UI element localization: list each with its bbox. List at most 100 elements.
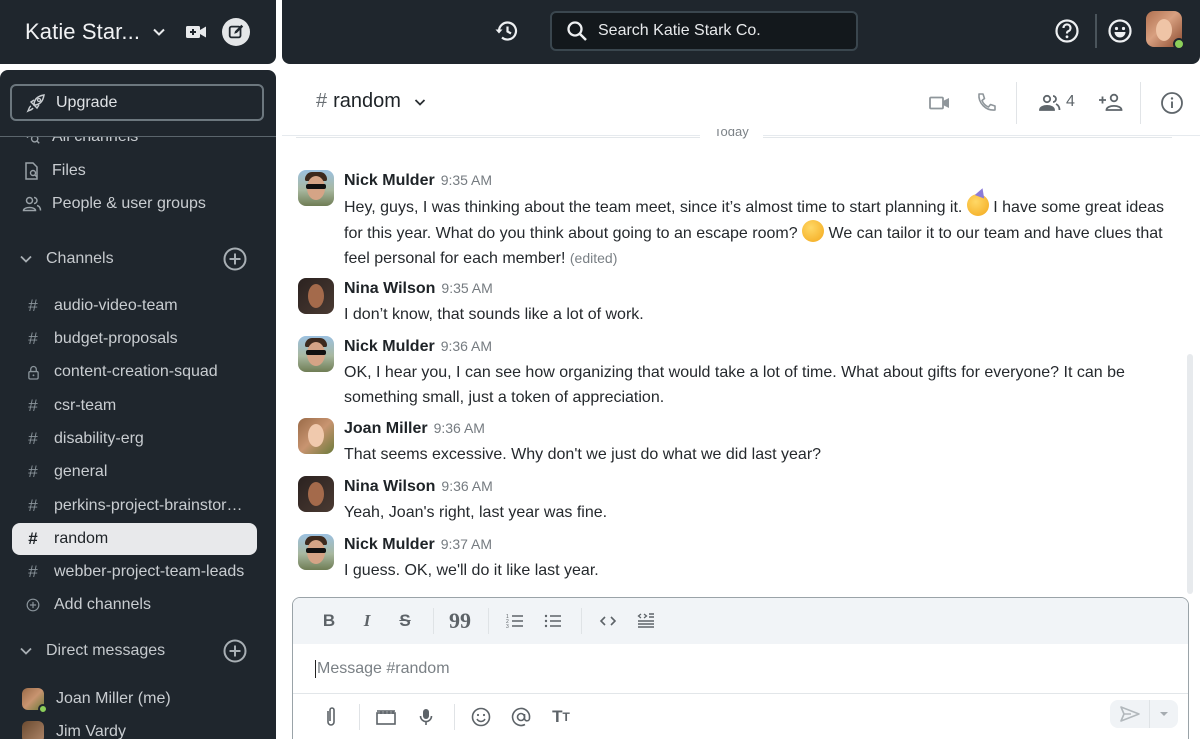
nav-files[interactable]: Files: [22, 161, 86, 181]
microphone-icon[interactable]: [414, 705, 438, 729]
send-options-button[interactable]: [1150, 700, 1177, 728]
gif-clapperboard-icon[interactable]: [374, 705, 398, 729]
video-call-add-icon[interactable]: [184, 20, 208, 44]
hash-icon: #: [28, 562, 38, 581]
channel-audio-video-team[interactable]: # audio-video-team: [12, 290, 257, 322]
edited-label: (edited): [569, 250, 618, 266]
message-author[interactable]: Nick Mulder: [344, 536, 435, 554]
channel-header: # random 4: [282, 70, 1200, 136]
upgrade-button[interactable]: Upgrade: [10, 84, 264, 121]
italic-icon[interactable]: I: [355, 609, 379, 633]
history-icon[interactable]: [494, 18, 520, 44]
file-search-icon: [22, 161, 42, 181]
quote-icon[interactable]: 99: [448, 608, 472, 633]
channel-random[interactable]: # random: [12, 523, 257, 555]
message-input[interactable]: [315, 659, 1115, 678]
nav-label: Files: [52, 162, 86, 179]
search-box[interactable]: [550, 11, 858, 51]
add-channel-icon[interactable]: [222, 246, 248, 272]
user-avatar[interactable]: [1146, 11, 1185, 50]
compose-button[interactable]: [222, 18, 251, 46]
channel-name: perkins-project-brainstor…: [54, 497, 243, 514]
bulleted-list-icon[interactable]: [541, 609, 565, 633]
avatar[interactable]: [298, 418, 334, 454]
text-formatting-icon[interactable]: TT: [549, 705, 573, 729]
hash-icon: #: [28, 496, 38, 515]
chevron-down-icon[interactable]: [18, 643, 34, 659]
chevron-down-icon[interactable]: [18, 251, 34, 267]
avatar[interactable]: [298, 534, 334, 570]
message-body: Hey, guys, I was thinking about the team…: [344, 194, 1174, 271]
date-divider-label: Today: [700, 129, 763, 145]
channel-budget-proposals[interactable]: # budget-proposals: [12, 323, 257, 355]
avatar-face: [1156, 19, 1172, 41]
divider: [433, 608, 434, 634]
avatar[interactable]: [298, 336, 334, 372]
emoji-status-icon[interactable]: [1107, 18, 1133, 44]
dm-name: Jim Vardy: [56, 723, 126, 739]
send-group: [1110, 700, 1178, 728]
members-icon[interactable]: [1037, 91, 1065, 115]
channels-section-header[interactable]: Channels: [18, 247, 258, 271]
message-body: I don’t know, that sounds like a lot of …: [344, 306, 644, 323]
channel-name: webber-project-team-leads: [54, 563, 245, 580]
hash-icon: #: [28, 396, 38, 415]
add-channels-button[interactable]: Add channels: [12, 589, 257, 621]
message-author[interactable]: Nina Wilson: [344, 280, 435, 298]
message-author[interactable]: Nina Wilson: [344, 478, 435, 496]
help-icon[interactable]: [1054, 18, 1080, 44]
message-author[interactable]: Nick Mulder: [344, 172, 435, 190]
nav-all-channels[interactable]: All channels: [22, 137, 138, 147]
online-status-indicator: [1173, 38, 1185, 50]
message-input-area[interactable]: [293, 644, 1188, 694]
message-time: 9:36 AM: [433, 420, 485, 436]
message-scrollbar[interactable]: [1187, 354, 1193, 594]
nav-people[interactable]: People & user groups: [22, 194, 206, 214]
emoji-icon[interactable]: [469, 705, 493, 729]
strikethrough-icon[interactable]: S: [393, 609, 417, 633]
search-input[interactable]: [598, 22, 838, 40]
chevron-down-icon[interactable]: [413, 95, 427, 109]
channel-content-creation-squad[interactable]: content-creation-squad: [12, 356, 257, 388]
partying-face-emoji-icon: [966, 194, 989, 216]
search-icon: [567, 21, 587, 41]
composer-actions: TT: [293, 694, 1188, 739]
message-author[interactable]: Joan Miller: [344, 420, 428, 438]
add-member-icon[interactable]: [1098, 91, 1126, 115]
mention-icon[interactable]: [509, 705, 533, 729]
add-dm-icon[interactable]: [222, 638, 248, 664]
avatar[interactable]: [298, 278, 334, 314]
dm-jim-vardy[interactable]: Jim Vardy: [22, 721, 126, 739]
code-icon[interactable]: [596, 609, 620, 633]
workspace-name[interactable]: Katie Star...: [25, 19, 140, 45]
browse-channels-icon: [22, 137, 42, 147]
channel-name: audio-video-team: [54, 297, 178, 314]
video-call-icon[interactable]: [928, 91, 952, 115]
channel-general[interactable]: # general: [12, 456, 257, 488]
phone-icon[interactable]: [974, 91, 998, 115]
compose-icon: [228, 24, 244, 39]
channel-csr-team[interactable]: # csr-team: [12, 390, 257, 422]
attach-icon[interactable]: [319, 705, 343, 729]
send-button[interactable]: [1110, 700, 1150, 728]
hand-over-mouth-emoji-icon: [802, 220, 825, 242]
info-icon[interactable]: [1160, 91, 1184, 115]
channel-name: random: [54, 530, 109, 547]
bold-icon[interactable]: B: [317, 609, 341, 633]
numbered-list-icon[interactable]: 123: [503, 609, 527, 633]
channel-webber-project-team-leads[interactable]: # webber-project-team-leads: [12, 556, 257, 588]
chevron-down-icon[interactable]: [152, 25, 166, 39]
avatar[interactable]: [298, 170, 334, 206]
message-time: 9:35 AM: [440, 172, 493, 188]
message-author[interactable]: Nick Mulder: [344, 338, 435, 356]
member-count[interactable]: 4: [1066, 93, 1075, 111]
caret-down-icon: [1159, 712, 1168, 716]
channel-perkins-project-brainstorm[interactable]: # perkins-project-brainstor…: [12, 490, 257, 522]
dm-joan-miller[interactable]: Joan Miller (me): [22, 688, 171, 714]
avatar[interactable]: [298, 476, 334, 512]
code-block-icon[interactable]: [634, 609, 658, 633]
channel-title[interactable]: # random: [316, 90, 427, 113]
rocket-icon: [26, 93, 46, 113]
channel-disability-erg[interactable]: # disability-erg: [12, 423, 257, 455]
dm-section-header[interactable]: Direct messages: [18, 639, 258, 663]
